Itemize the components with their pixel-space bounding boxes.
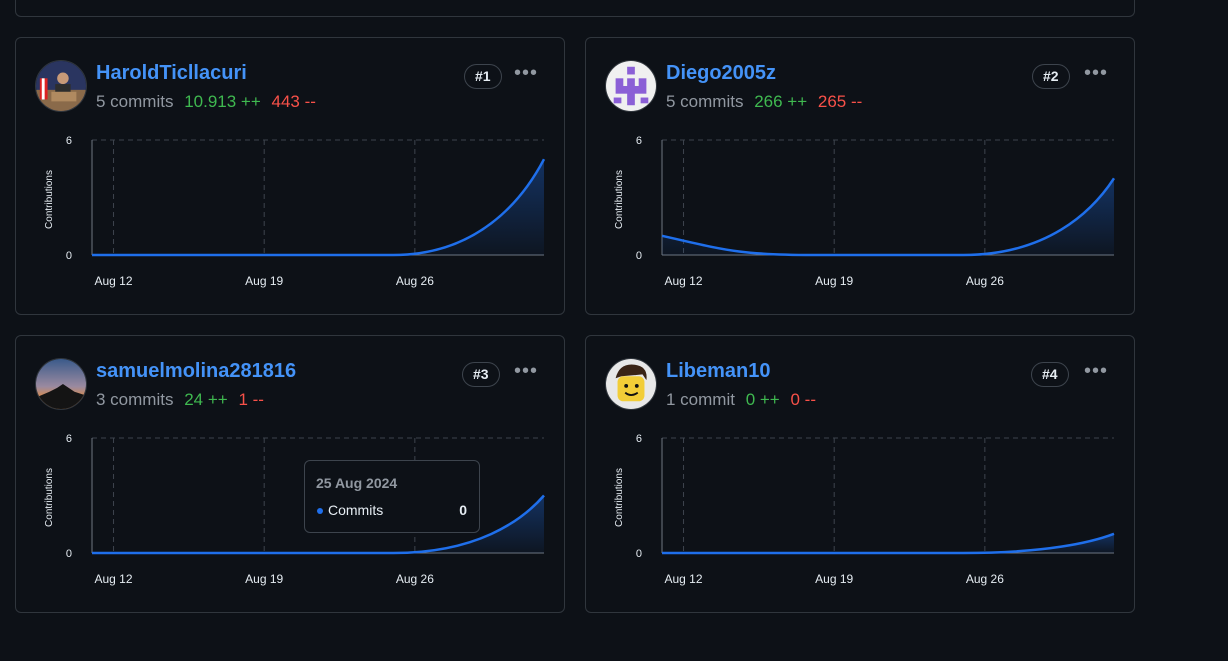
x-tick-label: Aug 26 bbox=[966, 572, 1004, 586]
contributions-chart: 6 0 Contributions Aug 12 Aug 19 Aug 26 bbox=[614, 433, 1115, 586]
y-tick-label: 0 bbox=[66, 250, 72, 262]
contributor-card-2: Diego2005z 5 commits 266 ++ 265 -- #2 ••… bbox=[585, 37, 1135, 315]
previous-card-edge bbox=[15, 0, 1135, 17]
identicon-avatar-image bbox=[606, 61, 656, 111]
y-tick-label: 0 bbox=[636, 250, 642, 262]
series-area bbox=[662, 178, 1114, 255]
rank-badge: #3 bbox=[462, 362, 500, 387]
deletions-count: 265 -- bbox=[817, 92, 863, 111]
x-tick-label: Aug 19 bbox=[245, 572, 283, 586]
additions-count: 24 ++ bbox=[184, 390, 228, 409]
series-area bbox=[662, 533, 1114, 553]
kebab-menu-icon[interactable]: ••• bbox=[1084, 361, 1108, 386]
contributor-stats: 5 commits 10.913 ++ 443 -- bbox=[96, 92, 316, 112]
chart-tooltip: 25 Aug 2024 Commits 0 bbox=[304, 460, 480, 533]
contributor-stats: 5 commits 266 ++ 265 -- bbox=[666, 92, 862, 112]
y-tick-label: 6 bbox=[636, 135, 642, 147]
commit-count[interactable]: 5 commits bbox=[96, 92, 173, 111]
rank-badge: #2 bbox=[1032, 64, 1070, 89]
tooltip-date: 25 Aug 2024 bbox=[316, 475, 398, 491]
kebab-menu-icon[interactable]: ••• bbox=[514, 361, 538, 386]
y-tick-label: 0 bbox=[66, 548, 72, 560]
contributor-card-4: Libeman10 1 commit 0 ++ 0 -- #4 ••• 6 0 Co… bbox=[585, 335, 1135, 613]
y-tick-label: 6 bbox=[636, 433, 642, 445]
y-axis-label: Contributions bbox=[614, 468, 625, 527]
x-tick-label: Aug 12 bbox=[665, 572, 703, 586]
x-tick-label: Aug 12 bbox=[665, 274, 703, 288]
tooltip-value: 0 bbox=[459, 502, 467, 518]
x-tick-label: Aug 26 bbox=[966, 274, 1004, 288]
contributor-stats: 1 commit 0 ++ 0 -- bbox=[666, 390, 816, 410]
x-tick-label: Aug 12 bbox=[95, 274, 133, 288]
contributor-card-3: samuelmolina281816 3 commits 24 ++ 1 -- … bbox=[15, 335, 565, 613]
commit-count[interactable]: 3 commits bbox=[96, 390, 173, 409]
deletions-count: 0 -- bbox=[790, 390, 816, 409]
y-tick-label: 6 bbox=[66, 135, 72, 147]
y-axis-label: Contributions bbox=[614, 170, 625, 229]
contributor-stats: 3 commits 24 ++ 1 -- bbox=[96, 390, 264, 410]
y-tick-label: 0 bbox=[636, 548, 642, 560]
additions-count: 266 ++ bbox=[754, 92, 808, 111]
x-tick-label: Aug 19 bbox=[815, 572, 853, 586]
rank-badge: #1 bbox=[464, 64, 502, 89]
contributor-card-1: HaroldTicllacuri 5 commits 10.913 ++ 443… bbox=[15, 37, 565, 315]
contributions-chart: 6 0 Contributions Aug 12 Aug 19 Aug 26 bbox=[614, 135, 1116, 288]
additions-count: 0 ++ bbox=[745, 390, 780, 409]
y-axis-label: Contributions bbox=[44, 468, 55, 527]
photo-avatar-image bbox=[36, 61, 86, 111]
additions-count: 10.913 ++ bbox=[184, 92, 261, 111]
deletions-count: 1 -- bbox=[238, 390, 264, 409]
avatar[interactable] bbox=[35, 60, 87, 112]
commit-count[interactable]: 1 commit bbox=[666, 390, 735, 409]
avatar[interactable] bbox=[605, 358, 657, 410]
contributor-username-link[interactable]: samuelmolina281816 bbox=[96, 360, 296, 383]
contributions-chart: 6 0 Contributions Aug 12 Aug 19 Aug 26 bbox=[44, 433, 545, 586]
x-tick-label: Aug 19 bbox=[245, 274, 283, 288]
x-tick-label: Aug 19 bbox=[815, 274, 853, 288]
contributor-username-link[interactable]: Libeman10 bbox=[666, 360, 770, 383]
kebab-menu-icon[interactable]: ••• bbox=[514, 63, 538, 88]
series-area bbox=[92, 159, 544, 255]
x-tick-label: Aug 26 bbox=[396, 572, 434, 586]
commit-count[interactable]: 5 commits bbox=[666, 92, 743, 111]
contributor-username-link[interactable]: HaroldTicllacuri bbox=[96, 62, 247, 85]
x-tick-label: Aug 26 bbox=[396, 274, 434, 288]
avatar[interactable] bbox=[605, 60, 657, 112]
deletions-count: 443 -- bbox=[271, 92, 316, 111]
x-tick-label: Aug 12 bbox=[95, 572, 133, 586]
avatar[interactable] bbox=[35, 358, 87, 410]
series-dot-icon bbox=[317, 508, 323, 514]
y-axis-label: Contributions bbox=[44, 170, 55, 229]
rank-badge: #4 bbox=[1031, 362, 1069, 387]
sunset-avatar-image bbox=[36, 359, 86, 409]
contributions-chart: 6 0 Contributions Aug 12 Aug 19 Aug 26 bbox=[44, 135, 546, 288]
lego-avatar-image bbox=[606, 359, 656, 409]
contributor-username-link[interactable]: Diego2005z bbox=[666, 62, 776, 85]
kebab-menu-icon[interactable]: ••• bbox=[1084, 63, 1108, 88]
tooltip-label: Commits bbox=[328, 502, 384, 518]
y-tick-label: 6 bbox=[66, 433, 72, 445]
